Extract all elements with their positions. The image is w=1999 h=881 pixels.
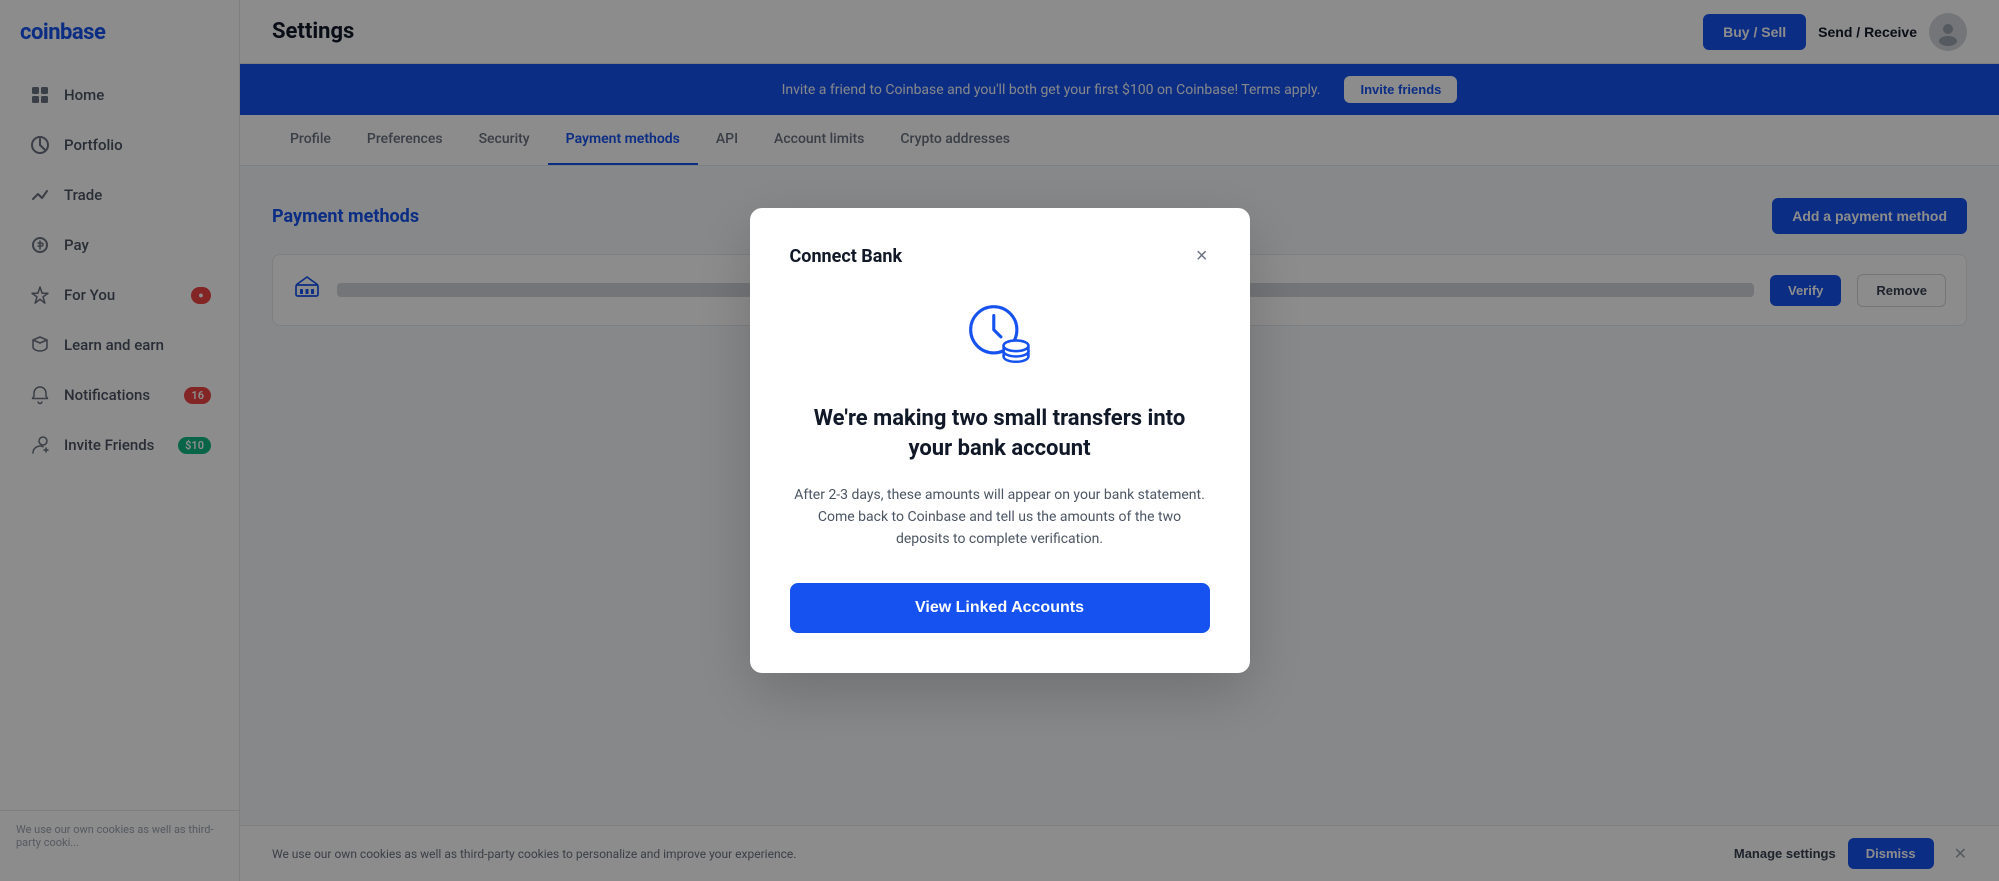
- modal-heading: We're making two small transfers into yo…: [790, 404, 1210, 463]
- modal-body-text: After 2-3 days, these amounts will appea…: [790, 484, 1210, 551]
- view-linked-accounts-button[interactable]: View Linked Accounts: [790, 583, 1210, 633]
- modal-header: Connect Bank ×: [790, 244, 1210, 268]
- transfer-icon: [790, 296, 1210, 376]
- connect-bank-modal: Connect Bank × We're making two small tr…: [750, 208, 1250, 673]
- modal-close-button[interactable]: ×: [1194, 244, 1210, 268]
- modal-overlay[interactable]: Connect Bank × We're making two small tr…: [0, 0, 1999, 881]
- modal-title: Connect Bank: [790, 246, 903, 267]
